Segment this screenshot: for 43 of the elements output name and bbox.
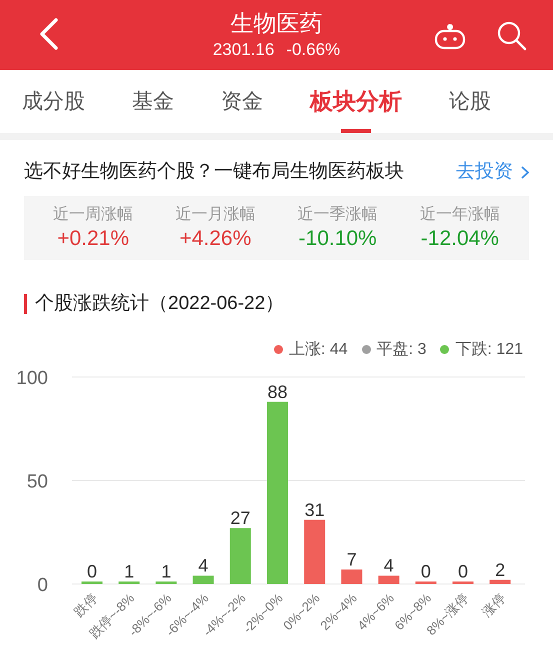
section-marker — [24, 294, 27, 314]
bar-value-label: 0 — [458, 561, 468, 581]
bar-value-label: 27 — [230, 508, 250, 528]
return-label: 近一周涨幅 — [53, 204, 134, 225]
return-label: 近一月涨幅 — [175, 204, 256, 225]
robot-icon[interactable] — [434, 22, 466, 50]
y-axis-label: 100 — [16, 368, 48, 388]
bar-value-label: 31 — [304, 499, 325, 520]
return-label: 近一年涨幅 — [420, 204, 500, 225]
return-value: -10.10% — [298, 226, 377, 252]
header-title: 生物医药 — [230, 9, 322, 38]
promo-text: 选不好生物医药个股？一键布局生物医药板块 — [24, 160, 404, 184]
x-axis-label: 跌停 — [71, 590, 100, 619]
x-axis-label: 涨停 — [479, 590, 508, 619]
bar-value-label: 1 — [124, 561, 134, 581]
y-axis-label: 0 — [37, 574, 48, 596]
back-icon[interactable] — [38, 18, 60, 50]
legend-label: 平盘: 3 — [376, 340, 426, 360]
return-label: 近一季涨幅 — [298, 204, 378, 225]
bar-value-label: 7 — [346, 549, 357, 569]
legend-label: 下跌: 121 — [455, 340, 523, 360]
y-axis-label: 50 — [26, 471, 48, 492]
bar-value-label: 0 — [87, 561, 97, 581]
return-value: -12.04% — [420, 226, 499, 252]
bar-value-label: 1 — [161, 561, 172, 581]
chevron-right-icon — [521, 166, 529, 178]
tab[interactable]: 成分股 — [22, 70, 85, 133]
return-value: +0.21% — [57, 226, 130, 252]
bar-value-label: 4 — [384, 555, 394, 576]
bar-value-label: 2 — [495, 559, 506, 580]
bar-value-label: 88 — [267, 381, 288, 402]
search-icon[interactable] — [496, 20, 528, 52]
index-change: -0.66% — [286, 39, 340, 61]
bar-value-label: 4 — [198, 555, 208, 576]
section-title: 个股涨跌统计（2022-06-22） — [35, 292, 284, 316]
tab[interactable]: 基金 — [132, 70, 174, 133]
tab[interactable]: 板块分析 — [310, 70, 402, 133]
tab[interactable]: 资金 — [221, 70, 263, 133]
bar-value-label: 0 — [420, 561, 431, 581]
tab[interactable]: 论股 — [449, 70, 491, 133]
index-price: 2301.16 — [212, 39, 274, 61]
legend-label: 上涨: 44 — [288, 340, 348, 360]
return-value: +4.26% — [179, 226, 252, 252]
